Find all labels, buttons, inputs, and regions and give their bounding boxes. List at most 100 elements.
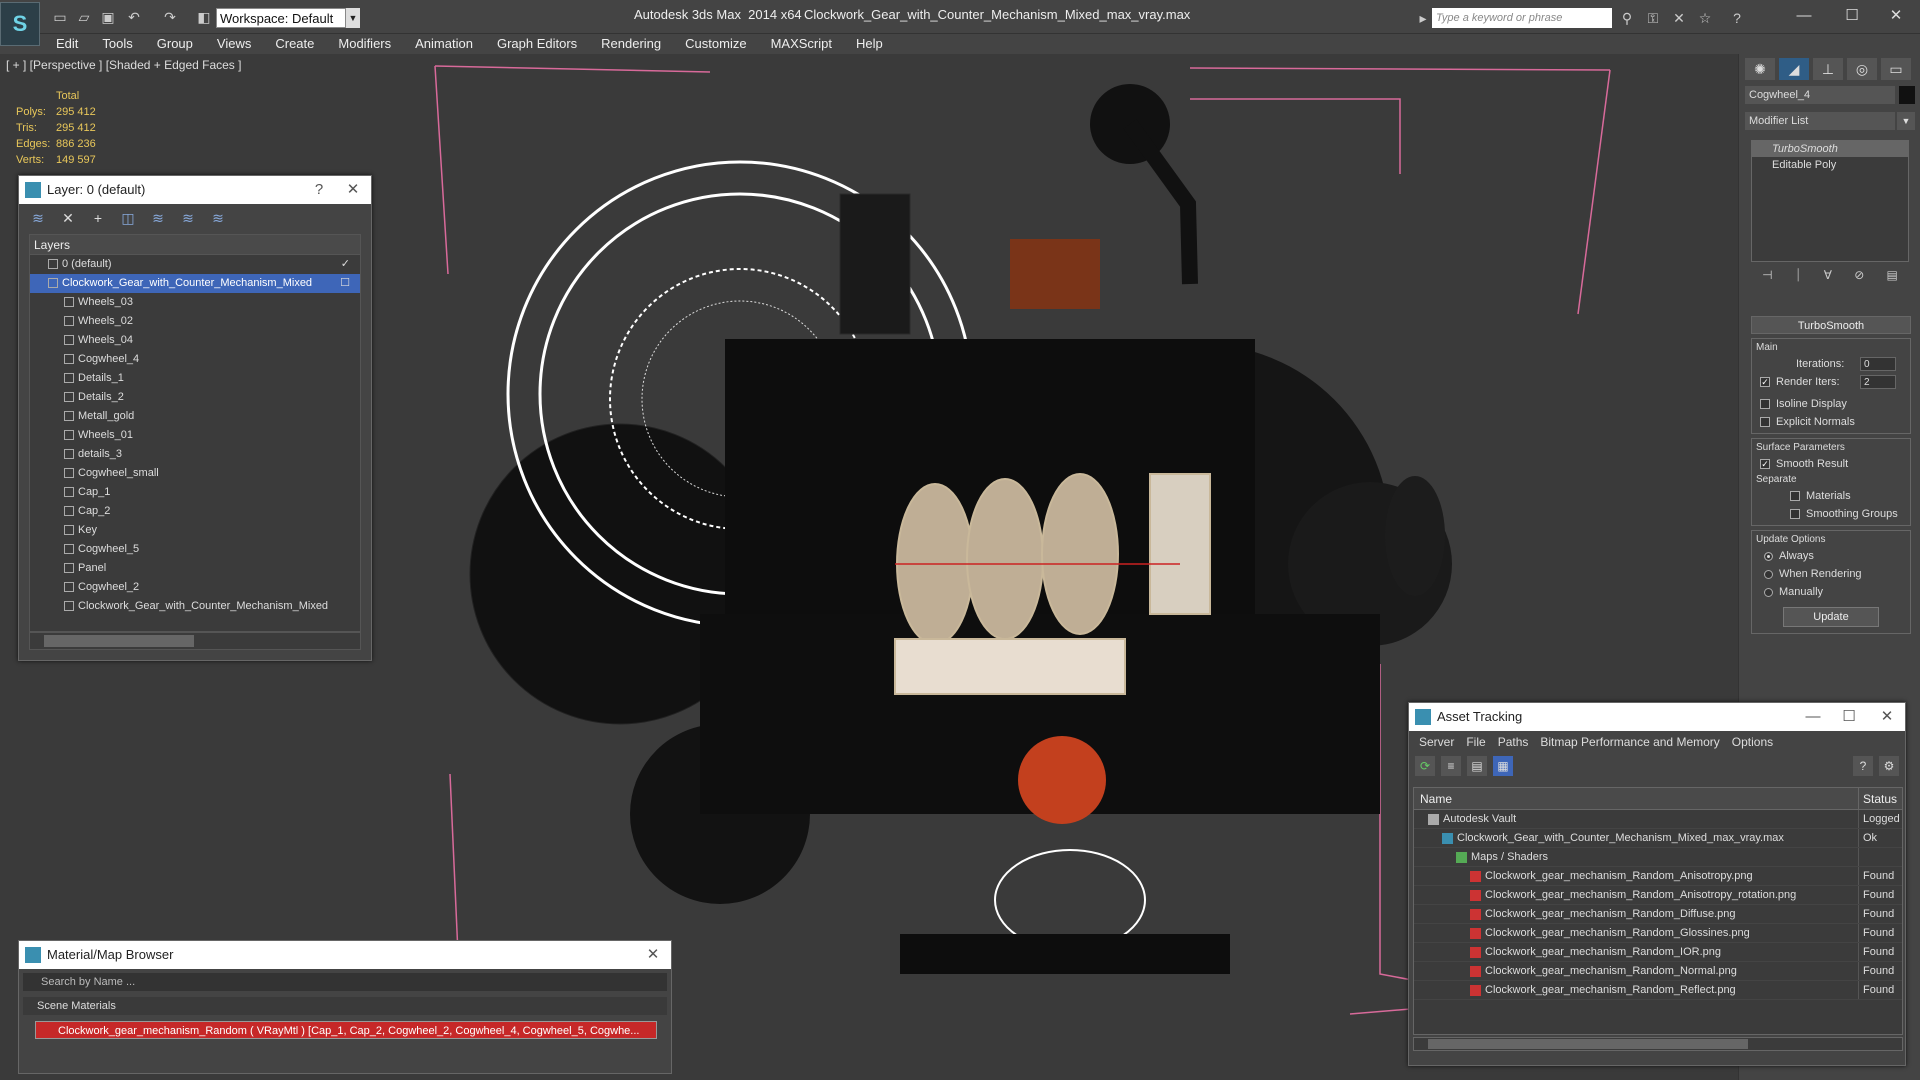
layer-row[interactable]: Cap_1 [30,483,360,502]
asset-row[interactable]: Clockwork_gear_mechanism_Random_IOR.png F… [1414,943,1902,962]
horizontal-scrollbar[interactable] [29,632,361,650]
asset-menu-paths[interactable]: Paths [1492,731,1535,753]
refresh-icon[interactable]: ⟳ [1415,756,1435,776]
object-color-swatch[interactable] [1899,86,1915,104]
isoline-checkbox[interactable] [1760,399,1770,410]
hide-all-layers-icon[interactable]: ≋ [177,208,199,228]
close-icon[interactable]: ✕ [641,941,665,969]
update-button[interactable]: Update [1783,607,1879,627]
tools-icon[interactable]: ✕ [1668,8,1690,28]
open-file-icon[interactable]: ▱ [74,8,94,26]
asset-row[interactable]: Clockwork_gear_mechanism_Random_Anisotro… [1414,867,1902,886]
layers-column-header[interactable]: Layers [30,235,360,255]
close-icon[interactable]: ✕ [1875,703,1899,731]
manually-radio[interactable] [1764,587,1773,597]
always-radio[interactable] [1764,551,1773,561]
explicit-normals-checkbox[interactable] [1760,417,1770,428]
asset-row[interactable]: Clockwork_gear_mechanism_Random_Glossine… [1414,924,1902,943]
layer-row[interactable]: Wheels_01 [30,426,360,445]
asset-row[interactable]: Clockwork_gear_mechanism_Random_Normal.p… [1414,962,1902,981]
menu-help[interactable]: Help [844,34,895,54]
menu-graph-editors[interactable]: Graph Editors [485,34,589,54]
help-icon[interactable]: ? [1853,756,1873,776]
asset-row[interactable]: Autodesk Vault Logged O [1414,810,1902,829]
when-rendering-radio[interactable] [1764,569,1773,579]
smooth-result-checkbox[interactable]: ✓ [1760,459,1770,470]
maximize-button[interactable]: ☐ [1832,4,1872,28]
minimize-button[interactable]: — [1784,4,1824,28]
menu-customize[interactable]: Customize [673,34,758,54]
object-name-field[interactable]: Cogwheel_4 [1745,86,1895,104]
rollout-header[interactable]: TurboSmooth [1751,316,1911,334]
viewport-label[interactable]: [ + ] [Perspective ] [Shaded + Edged Fac… [6,58,241,72]
close-window-button[interactable]: ✕ [1876,4,1916,28]
remove-modifier-icon[interactable]: ⊘ [1854,268,1864,290]
layer-row[interactable]: Cap_2 [30,502,360,521]
undo-icon[interactable]: ↶ [124,8,144,26]
tree-view-icon[interactable]: ▤ [1467,756,1487,776]
redo-icon[interactable]: ↷ [160,8,180,26]
asset-row[interactable]: Clockwork_gear_mechanism_Random_Diffuse.… [1414,905,1902,924]
layer-row[interactable]: Panel [30,559,360,578]
material-browser-titlebar[interactable]: Material/Map Browser ✕ [19,941,671,969]
layer-row[interactable]: Clockwork_Gear_with_Counter_Mechanism_Mi… [30,597,360,616]
layer-row[interactable]: Clockwork_Gear_with_Counter_Mechanism_Mi… [30,274,360,293]
show-end-result-icon[interactable]: ⏐ [1795,268,1802,290]
pin-stack-icon[interactable]: ⊣ [1762,268,1772,290]
minimize-button[interactable]: — [1801,703,1825,731]
chevron-down-icon[interactable]: ▼ [346,8,360,28]
asset-menu-bitmap[interactable]: Bitmap Performance and Memory [1534,731,1725,753]
hierarchy-tab-icon[interactable]: ⊥ [1813,58,1843,80]
asset-row[interactable]: Clockwork_gear_mechanism_Random_Anisotro… [1414,886,1902,905]
list-view-icon[interactable]: ≡ [1441,756,1461,776]
save-icon[interactable]: ▣ [98,8,118,26]
layer-row[interactable]: Metall_gold [30,407,360,426]
name-column-header[interactable]: Name [1414,788,1858,809]
layer-row[interactable]: Wheels_04 [30,331,360,350]
table-view-icon[interactable]: ▦ [1493,756,1513,776]
layer-row[interactable]: Wheels_02 [30,312,360,331]
layer-checkbox[interactable]: ☐ [340,274,350,293]
freeze-all-layers-icon[interactable]: ≋ [207,208,229,228]
layer-window-titlebar[interactable]: Layer: 0 (default) ? ✕ [19,176,371,204]
menu-tools[interactable]: Tools [90,34,144,54]
scrollbar-thumb[interactable] [44,635,194,647]
render-iters-checkbox[interactable]: ✓ [1760,377,1770,388]
layer-row[interactable]: 0 (default) ✓ [30,255,360,274]
create-tab-icon[interactable]: ✺ [1745,58,1775,80]
delete-layer-icon[interactable]: ✕ [57,208,79,228]
select-objects-icon[interactable]: ◫ [117,208,139,228]
binoculars-icon[interactable]: ⚲ [1616,8,1638,28]
highlight-layer-icon[interactable]: ≋ [147,208,169,228]
asset-row[interactable]: Maps / Shaders [1414,848,1902,867]
menu-animation[interactable]: Animation [403,34,485,54]
menu-maxscript[interactable]: MAXScript [759,34,844,54]
layer-row[interactable]: Cogwheel_small [30,464,360,483]
layer-row[interactable]: Cogwheel_5 [30,540,360,559]
status-column-header[interactable]: Status [1858,788,1902,809]
app-logo-button[interactable]: S [0,2,40,46]
menu-rendering[interactable]: Rendering [589,34,673,54]
render-iters-spinner[interactable]: 2 [1860,375,1896,389]
make-unique-icon[interactable]: ∀ [1824,268,1832,290]
scene-materials-group[interactable]: Scene Materials [23,997,667,1015]
help-icon[interactable]: ? [307,176,331,204]
configure-sets-icon[interactable]: ▤ [1887,268,1898,290]
layer-row[interactable]: Details_2 [30,388,360,407]
layer-row[interactable]: details_3 [30,445,360,464]
menu-group[interactable]: Group [145,34,205,54]
layer-row[interactable]: Cogwheel_2 [30,578,360,597]
menu-views[interactable]: Views [205,34,263,54]
asset-menu-server[interactable]: Server [1413,731,1460,753]
smoothing-groups-checkbox[interactable] [1790,509,1800,520]
create-layer-icon[interactable]: ≋ [27,208,49,228]
motion-tab-icon[interactable]: ◎ [1847,58,1877,80]
search-input[interactable]: Type a keyword or phrase [1432,8,1612,28]
menu-modifiers[interactable]: Modifiers [326,34,403,54]
close-icon[interactable]: ✕ [341,176,365,204]
new-file-icon[interactable]: ▭ [50,8,70,26]
add-to-layer-icon[interactable]: + [87,208,109,228]
asset-menu-options[interactable]: Options [1726,731,1779,753]
search-expand-icon[interactable]: ▸ [1412,8,1434,28]
layer-row[interactable]: Cogwheel_4 [30,350,360,369]
